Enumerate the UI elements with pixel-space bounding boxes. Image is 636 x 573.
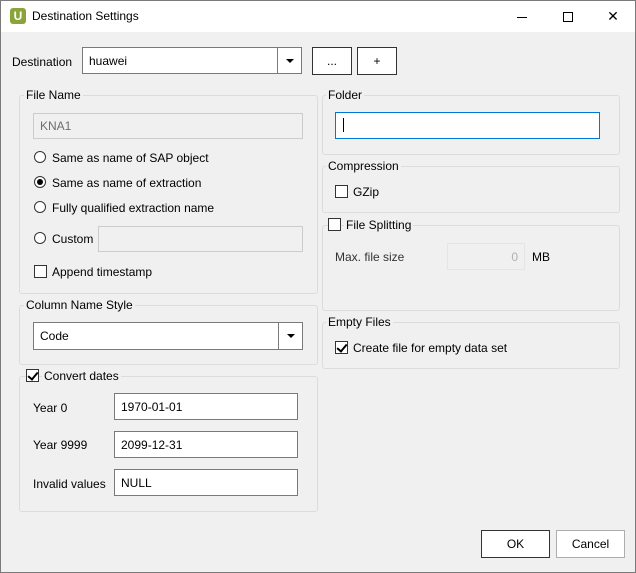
gzip-label: GZip — [353, 185, 380, 199]
file-splitting-legend: File Splitting — [344, 218, 414, 232]
chevron-down-icon — [286, 334, 295, 338]
custom-name-input[interactable] — [98, 226, 303, 252]
text-caret — [343, 118, 344, 132]
empty-files-legend: Empty Files — [326, 315, 393, 329]
convert-dates-legend: Convert dates — [42, 369, 121, 383]
add-destination-button[interactable]: + — [357, 47, 397, 75]
destination-dropdown-arrow[interactable] — [277, 48, 301, 73]
radio-extraction-name[interactable] — [34, 176, 46, 188]
compression-legend: Compression — [326, 159, 401, 173]
convert-dates-checkbox[interactable] — [26, 369, 39, 382]
app-icon: U — [10, 8, 26, 24]
year0-input[interactable]: 1970-01-01 — [114, 393, 298, 420]
max-file-size-label: Max. file size — [335, 250, 405, 264]
folder-input[interactable] — [335, 112, 600, 139]
radio-sap-object-name[interactable] — [34, 151, 46, 163]
column-name-style-select[interactable]: Code — [33, 322, 303, 350]
chevron-down-icon — [285, 58, 294, 63]
folder-legend: Folder — [326, 88, 365, 102]
year0-label: Year 0 — [33, 401, 68, 415]
file-name-input[interactable]: KNA1 — [33, 113, 303, 139]
invalid-values-input[interactable]: NULL — [114, 469, 298, 496]
column-name-style-value: Code — [40, 329, 69, 343]
title-bar: U Destination Settings ✕ — [1, 1, 635, 32]
column-name-style-dropdown-arrow[interactable] — [278, 323, 302, 349]
minimize-button[interactable] — [499, 1, 545, 32]
radio-fully-qualified-name[interactable] — [34, 201, 46, 213]
destination-value: huawei — [89, 53, 128, 68]
ok-button[interactable]: OK — [481, 530, 550, 558]
destination-select[interactable]: huawei — [82, 47, 302, 74]
maximize-icon — [563, 12, 573, 23]
max-file-size-unit: MB — [532, 250, 550, 264]
browse-destination-button[interactable]: ... — [312, 47, 352, 75]
append-timestamp-label: Append timestamp — [52, 265, 153, 279]
cancel-button[interactable]: Cancel — [556, 530, 625, 558]
radio-custom-label: Custom — [52, 232, 94, 246]
file-name-legend: File Name — [24, 88, 83, 102]
invalid-values-label: Invalid values — [33, 477, 106, 491]
radio-fully-qualified-name-label: Fully qualified extraction name — [52, 201, 215, 215]
minimize-icon — [517, 16, 527, 18]
close-button[interactable]: ✕ — [590, 1, 636, 32]
year9999-input[interactable]: 2099-12-31 — [114, 431, 298, 458]
radio-sap-object-name-label: Same as name of SAP object — [52, 151, 209, 165]
window-title: Destination Settings — [32, 9, 139, 23]
close-icon: ✕ — [607, 8, 619, 24]
destination-label: Destination — [12, 55, 73, 69]
gzip-checkbox[interactable] — [335, 185, 348, 198]
destination-settings-window: U Destination Settings ✕ Destination hua… — [0, 0, 636, 573]
max-file-size-input[interactable]: 0 — [447, 243, 525, 270]
maximize-button[interactable] — [545, 1, 591, 32]
create-empty-file-label: Create file for empty data set — [353, 341, 508, 355]
year9999-label: Year 9999 — [33, 438, 88, 452]
append-timestamp-checkbox[interactable] — [34, 265, 47, 278]
create-empty-file-checkbox[interactable] — [335, 341, 348, 354]
column-name-style-legend: Column Name Style — [24, 298, 135, 312]
radio-custom[interactable] — [34, 232, 46, 244]
radio-extraction-name-label: Same as name of extraction — [52, 176, 202, 190]
file-splitting-checkbox[interactable] — [328, 218, 341, 231]
